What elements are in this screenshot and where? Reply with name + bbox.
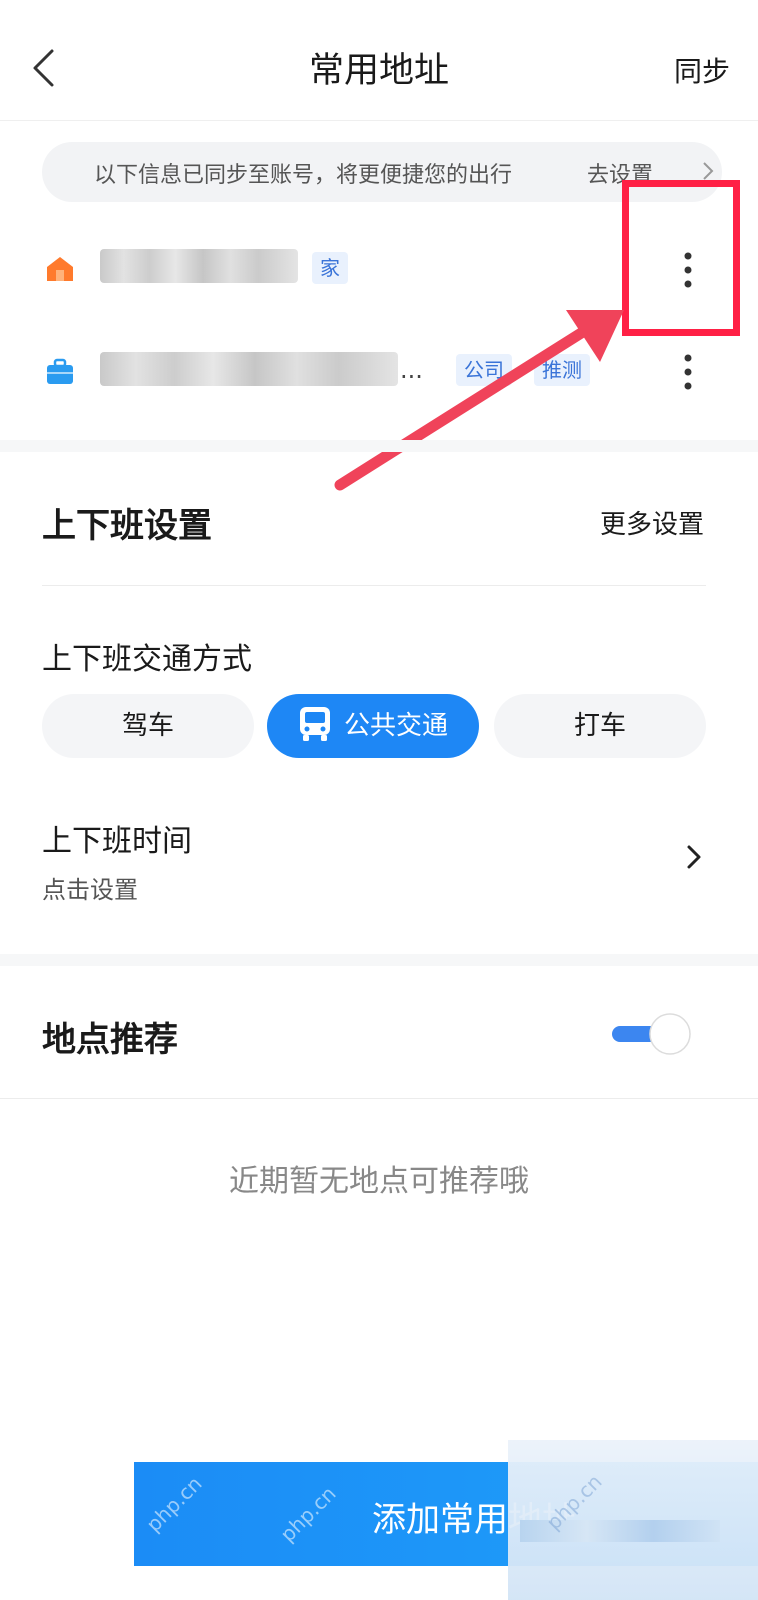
mode-drive-label: 驾车 (121, 711, 174, 741)
recommend-empty-text: 近期暂无地点可推荐哦 (229, 1164, 529, 1199)
recommend-toggle[interactable] (612, 1012, 692, 1056)
commute-time-value: 点击设置 (42, 876, 138, 904)
mode-taxi[interactable]: 打车 (494, 694, 706, 758)
commute-time-title: 上下班时间 (42, 824, 192, 859)
mode-drive[interactable]: 驾车 (42, 694, 254, 758)
divider (42, 585, 706, 586)
mode-transit[interactable]: 公共交通 (267, 694, 479, 758)
chevron-right-icon (687, 845, 701, 869)
section-divider (0, 440, 758, 452)
section-divider (0, 954, 758, 966)
commute-mode-title: 上下班交通方式 (42, 642, 252, 677)
bus-icon (299, 706, 330, 741)
recommend-section-title: 地点推荐 (42, 1020, 178, 1060)
commute-time-row[interactable]: 上下班时间 点击设置 (0, 800, 758, 910)
divider (0, 1098, 758, 1099)
more-settings-link[interactable]: 更多设置 (600, 504, 704, 541)
commute-section-title: 上下班设置 (42, 506, 212, 546)
mode-transit-label: 公共交通 (343, 711, 448, 741)
mode-taxi-label: 打车 (573, 711, 626, 741)
